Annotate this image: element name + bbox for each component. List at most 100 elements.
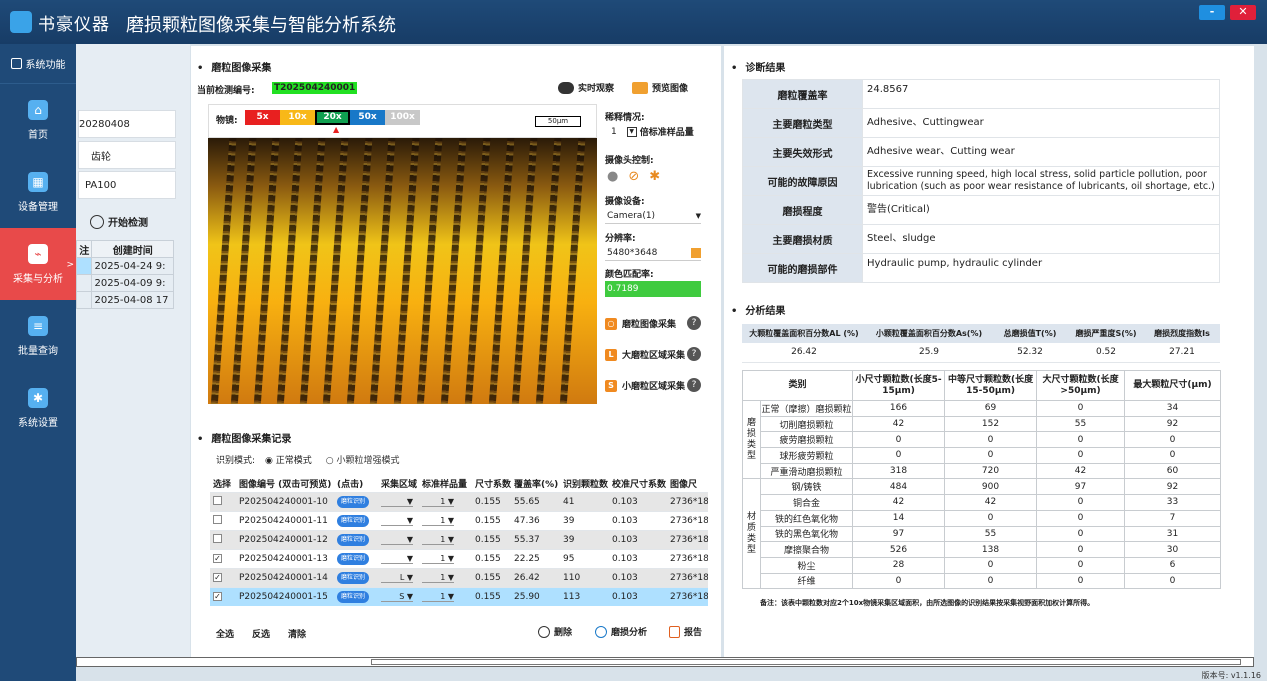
help-icon[interactable]: ? [687,378,701,392]
mode-small-radio[interactable]: ○ 小颗粒增强模式 [326,453,400,466]
objective-10x[interactable]: 10x [280,110,315,125]
cube-icon [10,58,22,69]
mode-normal-radio[interactable]: ◉ 正常模式 [265,453,312,466]
std-select[interactable]: 1 ▼ [419,567,472,587]
diag-value: 24.8567 [862,79,1220,109]
row-checkbox[interactable] [213,495,222,505]
std-select[interactable]: 1 ▼ [419,548,472,568]
search-icon [595,625,607,638]
small-capture-button[interactable]: S 小磨粒区域采集 [605,379,685,392]
row-checkbox[interactable] [213,514,222,524]
table-row[interactable]: ✓ P202504240001-13 磨粒识别 ▼ 1 ▼ 0.155 22.25 95 0.… [210,548,708,568]
area-select[interactable]: L ▼ [378,567,419,587]
delete-button[interactable]: 删除 [538,625,572,638]
objective-20x[interactable]: 20x [315,110,350,125]
camera-control-label: 摄像头控制: [605,156,654,166]
row-checkbox[interactable]: ✓ [213,572,222,582]
left-panel: 20280408 齿轮 PA100 开始检测 注创建时间 2025-04-24 … [75,44,190,658]
table-row[interactable]: P202504240001-12 磨粒识别 ▼ 1 ▼ 0.155 55.37 39 0.1… [210,529,708,549]
analyze-button[interactable]: 磨损分析 [595,625,647,638]
table-row[interactable]: P202504240001-10 磨粒识别 ▼ 1 ▼ 0.155 55.65 41 0.1… [210,491,708,511]
camera-off-icon[interactable]: ⊘ [628,169,639,184]
preview-label: 预览图像 [652,84,689,94]
horizontal-scrollbar[interactable] [76,657,1254,667]
camera-device-label: 摄像设备: [605,197,645,207]
col-calib: 校准尺寸系数 [609,475,667,492]
total-wear-value: 52.32 [992,343,1068,363]
nav-home[interactable]: ⌂ 首页 [0,84,76,156]
microscope-image[interactable] [208,138,597,404]
table-row[interactable]: P202504240001-11 磨粒识别 ▼ 1 ▼ 0.155 47.36 39 0.1… [210,510,708,530]
large-capture-button[interactable]: L 大磨粒区域采集 [605,348,685,361]
resolution-field[interactable]: 5480*3648 [605,245,701,261]
camera-device-select[interactable]: Camera(1) ▼ [605,208,701,224]
area-select[interactable]: ▼ [378,529,419,549]
field-part[interactable]: 齿轮 [78,141,176,169]
live-view-button[interactable]: 实时观察 [558,81,614,94]
report-button[interactable]: 报告 [669,625,702,638]
table-row: 材质类型 钢/铸铁 484 900 97 92 [742,478,1222,590]
identify-button[interactable]: 磨粒识别 [337,533,370,546]
table-row[interactable]: ✓ P202504240001-15 磨粒识别 S ▼ 1 ▼ 0.155 25.90 113… [210,586,708,606]
identify-button[interactable]: 磨粒识别 [337,571,370,584]
start-detect-button[interactable]: 开始检测 [90,214,148,229]
small-area-value: 25.9 [866,343,992,363]
table-row[interactable]: ✓ P202504240001-14 磨粒识别 L ▼ 1 ▼ 0.155 26.42 110… [210,567,708,587]
std-select[interactable]: 1 ▼ [419,510,472,530]
created-cell: 2025-04-24 9: [91,257,174,275]
image-id[interactable]: P202504240001-11 [236,510,334,530]
identify-button[interactable]: 磨粒识别 [337,552,370,565]
image-id[interactable]: P202504240001-13 [236,548,334,568]
wear-capture-button[interactable]: ○ 磨粒图像采集 [605,317,676,330]
field-date[interactable]: 20280408 [78,110,176,138]
area-select[interactable]: S ▼ [378,586,419,606]
area-select[interactable]: ▼ [378,548,419,568]
nav-device[interactable]: ▦ 设备管理 [0,156,76,228]
image-id[interactable]: P202504240001-10 [236,491,334,511]
objective-50x[interactable]: 50x [350,110,385,125]
field-model[interactable]: PA100 [78,171,176,199]
image-id[interactable]: P202504240001-14 [236,567,334,587]
identify-button[interactable]: 磨粒识别 [337,514,370,527]
nav-settings[interactable]: ✱ 系统设置 [0,372,76,444]
row-checkbox[interactable] [213,533,222,543]
table-row[interactable]: 2025-04-09 9: [75,274,174,292]
camera-settings-icon[interactable]: ✱ [649,169,660,184]
image-id[interactable]: P202504240001-12 [236,529,334,549]
table-row[interactable]: 2025-04-24 9: [75,257,174,275]
help-icon[interactable]: ? [687,316,701,330]
area-select[interactable]: ▼ [378,491,419,511]
area-select[interactable]: ▼ [378,510,419,530]
help-icon[interactable]: ? [687,347,701,361]
class-cell: 0 [1036,400,1126,417]
nav-analysis[interactable]: ⌁ 采集与分析 > [0,228,76,300]
class-cell: 138 [944,541,1038,558]
diagnosis-table: 磨粒覆盖率 24.8567 主要磨粒类型 Adhesive、Cuttingwear … [742,79,1220,283]
image-id[interactable]: P202504240001-15 [236,586,334,606]
col-click: (点击) [334,475,378,492]
std-select[interactable]: 1 ▼ [419,586,472,606]
col-small-area: 小颗粒覆盖面积百分数As(%) [866,324,992,343]
preview-button[interactable]: 预览图像 [632,81,688,94]
identify-button[interactable]: 磨粒识别 [337,590,370,603]
select-all-button[interactable]: 全选 [216,627,234,640]
scrollbar-thumb[interactable] [371,659,1241,665]
row-checkbox[interactable]: ✓ [213,591,222,601]
objective-5x[interactable]: 5x [245,110,280,125]
invert-button[interactable]: 反选 [252,627,270,640]
objective-100x[interactable]: 100x [385,110,420,125]
close-button[interactable]: ✕ [1230,5,1256,20]
dilution-select[interactable]: 1 ▼ 倍标准样品量 [611,125,694,138]
clear-button[interactable]: 清除 [288,627,306,640]
system-functions[interactable]: 系统功能 [0,44,76,84]
capture-title: 磨粒图像采集 [197,59,271,74]
camera-on-icon[interactable]: ● [607,169,618,184]
std-select[interactable]: 1 ▼ [419,529,472,549]
table-row[interactable]: 2025-04-08 17 [75,291,174,309]
std-select[interactable]: 1 ▼ [419,491,472,511]
identify-button[interactable]: 磨粒识别 [337,495,370,508]
row-checkbox[interactable]: ✓ [213,553,222,563]
col-medium: 中等尺寸颗粒数(长度15-50μm) [944,370,1038,401]
minimize-button[interactable]: - [1199,5,1225,20]
nav-query[interactable]: ≡ 批量查询 [0,300,76,372]
